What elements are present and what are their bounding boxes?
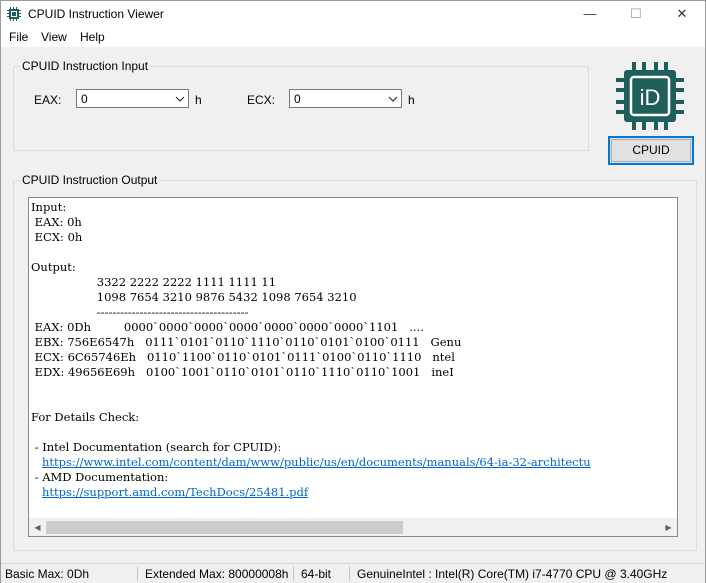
input-group-legend: CPUID Instruction Input bbox=[22, 59, 149, 73]
status-bar: Basic Max: 0Dh Extended Max: 80000008h 6… bbox=[1, 563, 705, 583]
status-extended-max: Extended Max: 80000008h bbox=[145, 567, 289, 581]
intel-doc-link[interactable]: https://www.intel.com/content/dam/www/pu… bbox=[42, 455, 591, 469]
status-bitness: 64-bit bbox=[301, 567, 332, 581]
menu-bar: File View Help bbox=[1, 28, 705, 47]
output-group-legend: CPUID Instruction Output bbox=[22, 173, 158, 187]
output-textbox[interactable]: Input: EAX: 0h ECX: 0h Output: 3322 2222… bbox=[28, 197, 678, 537]
scroll-left-icon[interactable]: ◀ bbox=[29, 521, 46, 534]
main-window: CPUID Instruction Viewer — ☐ ✕ File View… bbox=[0, 0, 706, 583]
status-basic-max: Basic Max: 0Dh bbox=[5, 567, 90, 581]
horizontal-scrollbar[interactable]: ◀ ▶ bbox=[29, 518, 677, 536]
minimize-button[interactable]: — bbox=[567, 1, 613, 28]
menu-file[interactable]: File bbox=[9, 30, 28, 44]
logo-text: iD bbox=[640, 85, 661, 110]
amd-doc-label: - AMD Documentation: bbox=[31, 470, 169, 484]
title-bar: CPUID Instruction Viewer — ☐ ✕ bbox=[1, 1, 705, 28]
ecx-label: ECX: bbox=[247, 93, 276, 107]
chevron-down-icon bbox=[175, 96, 185, 102]
menu-view[interactable]: View bbox=[41, 30, 67, 44]
chip-icon bbox=[7, 7, 21, 21]
cpuid-button[interactable]: CPUID bbox=[608, 136, 694, 165]
output-lines: Input: EAX: 0h ECX: 0h Output: 3322 2222… bbox=[31, 200, 462, 454]
ecx-suffix: h bbox=[408, 93, 415, 107]
ecx-value: 0 bbox=[294, 92, 301, 106]
cpu-logo-icon: iD bbox=[616, 62, 684, 130]
maximize-button[interactable]: ☐ bbox=[613, 1, 659, 28]
eax-value: 0 bbox=[81, 92, 88, 106]
cpuid-button-label: CPUID bbox=[632, 143, 670, 157]
eax-suffix: h bbox=[195, 93, 202, 107]
scroll-right-icon[interactable]: ▶ bbox=[660, 521, 677, 534]
amd-doc-link[interactable]: https://support.amd.com/TechDocs/25481.p… bbox=[42, 485, 308, 499]
ecx-combobox[interactable]: 0 bbox=[289, 89, 402, 108]
status-cpu: GenuineIntel : Intel(R) Core(TM) i7-4770… bbox=[357, 567, 668, 581]
scrollbar-thumb[interactable] bbox=[46, 521, 403, 534]
close-button[interactable]: ✕ bbox=[659, 1, 705, 28]
chevron-down-icon bbox=[388, 96, 398, 102]
output-text: Input: EAX: 0h ECX: 0h Output: 3322 2222… bbox=[31, 200, 591, 500]
menu-help[interactable]: Help bbox=[80, 30, 105, 44]
eax-combobox[interactable]: 0 bbox=[76, 89, 189, 108]
window-title: CPUID Instruction Viewer bbox=[28, 7, 164, 21]
eax-label: EAX: bbox=[34, 93, 62, 107]
